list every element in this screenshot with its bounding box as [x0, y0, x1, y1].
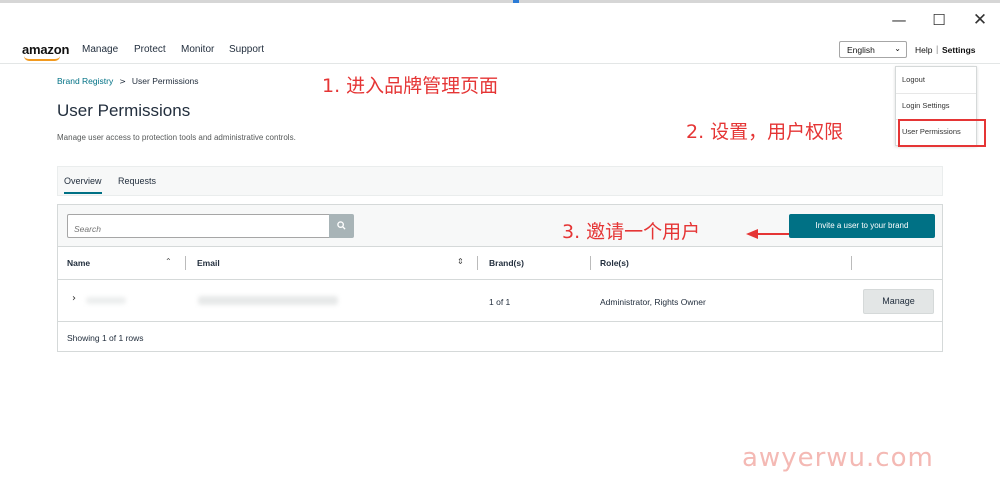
cell-roles: Administrator, Rights Owner — [600, 297, 706, 307]
column-divider — [185, 256, 186, 270]
sort-icon[interactable]: ⇕ — [457, 257, 464, 266]
column-header-name[interactable]: Name — [67, 258, 90, 268]
breadcrumb-separator-icon: > — [119, 77, 126, 86]
annotation-step-3: 3. 邀请一个用户 — [562, 221, 701, 243]
language-select[interactable]: English ⌄ — [839, 41, 907, 58]
tabs-bar: Overview Requests — [57, 166, 943, 196]
nav-protect[interactable]: Protect — [134, 44, 166, 55]
breadcrumb: Brand Registry > User Permissions — [57, 76, 199, 86]
sort-asc-icon[interactable]: ⌃ — [165, 257, 172, 266]
highlight-box — [898, 119, 986, 147]
expand-row-icon[interactable]: › — [72, 293, 76, 304]
column-divider — [477, 256, 478, 270]
tab-overview[interactable]: Overview — [64, 176, 102, 194]
arrow-left-icon — [746, 229, 789, 239]
amazon-smile-icon — [24, 56, 60, 61]
panel-toolbar: Invite a user to your brand — [58, 205, 942, 247]
search-icon — [337, 221, 346, 230]
minimize-icon[interactable]: — — [887, 11, 911, 29]
annotation-step-2: 2. 设置，用户权限 — [686, 121, 844, 143]
window-titlebar: — ☐ ✕ — [0, 0, 1000, 33]
annotation-step-1: 1. 进入品牌管理页面 — [322, 75, 499, 97]
nav-monitor[interactable]: Monitor — [181, 44, 214, 55]
column-header-email[interactable]: Email — [197, 258, 220, 268]
invite-user-button[interactable]: Invite a user to your brand — [789, 214, 935, 238]
page-description: Manage user access to protection tools a… — [57, 133, 296, 142]
chevron-down-icon: ⌄ — [894, 44, 901, 53]
close-icon[interactable]: ✕ — [968, 11, 992, 29]
nav-support[interactable]: Support — [229, 44, 264, 55]
redacted-name — [86, 297, 126, 304]
watermark: awyerwu.com — [742, 443, 934, 473]
titlebar-accent — [513, 0, 519, 3]
nav-manage[interactable]: Manage — [82, 44, 118, 55]
search-button[interactable] — [329, 214, 354, 238]
column-divider — [590, 256, 591, 270]
maximize-icon[interactable]: ☐ — [927, 11, 951, 29]
menu-divider — [896, 93, 976, 94]
column-header-roles: Role(s) — [600, 258, 629, 268]
language-value: English — [847, 45, 875, 55]
users-panel: Invite a user to your brand Name ⌃ Email… — [57, 204, 943, 352]
menu-item-login-settings[interactable]: Login Settings — [902, 101, 950, 110]
breadcrumb-current: User Permissions — [131, 76, 199, 86]
search-input[interactable] — [67, 214, 330, 238]
redacted-email — [198, 296, 338, 305]
table-footer: Showing 1 of 1 rows — [67, 333, 144, 343]
tab-requests[interactable]: Requests — [118, 176, 156, 186]
column-header-brands: Brand(s) — [489, 258, 524, 268]
help-link[interactable]: Help — [915, 45, 932, 55]
amazon-logo[interactable]: amazon — [22, 42, 69, 57]
manage-button[interactable]: Manage — [863, 289, 934, 314]
settings-link[interactable]: Settings — [942, 45, 976, 55]
nav-separator: | — [936, 44, 939, 54]
breadcrumb-brand-registry[interactable]: Brand Registry — [57, 76, 113, 86]
column-divider — [851, 256, 852, 270]
menu-item-logout[interactable]: Logout — [902, 75, 925, 84]
page-title: User Permissions — [57, 101, 191, 120]
cell-brands: 1 of 1 — [489, 297, 511, 307]
table-header: Name ⌃ Email ⇕ Brand(s) Role(s) — [58, 247, 942, 280]
table-row[interactable]: › 1 of 1 Administrator, Rights Owner Man… — [58, 280, 942, 322]
